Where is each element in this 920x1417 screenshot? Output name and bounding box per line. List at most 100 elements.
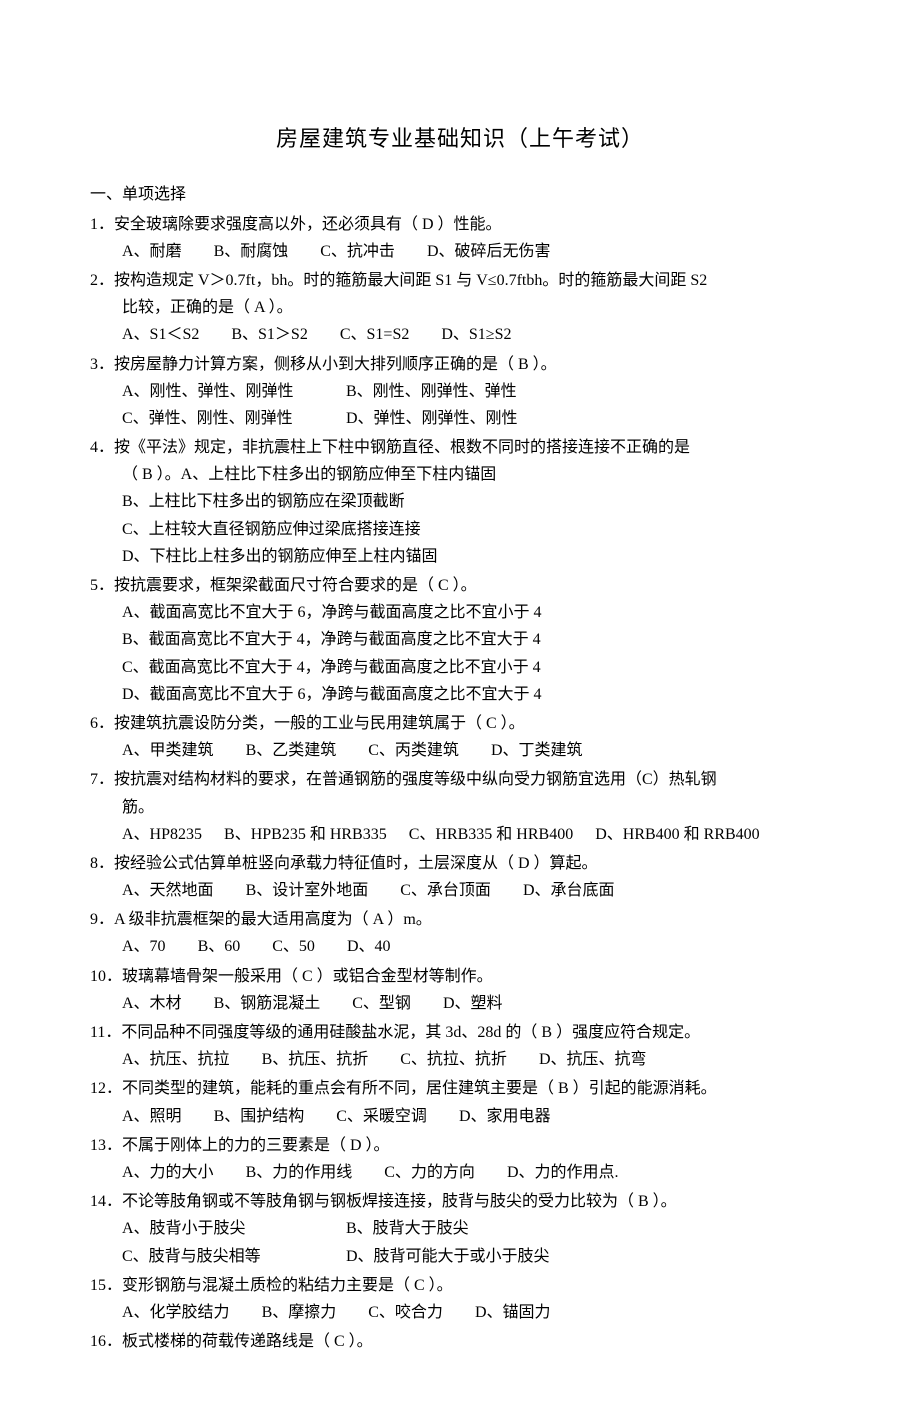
option-d: D、肢背可能大于或小于肢尖 [346, 1243, 566, 1270]
question-continuation: 筋。 [90, 794, 830, 821]
option-a: A、化学胶结力 [122, 1299, 230, 1326]
options: A、抗压、抗拉 B、抗压、抗折 C、抗拉、抗折 D、抗压、抗弯 [90, 1046, 830, 1073]
question-text: 15．变形钢筋与混凝土质检的粘结力主要是（ C ）。 [90, 1272, 830, 1299]
question-6: 6．按建筑抗震设防分类，一般的工业与民用建筑属于（ C ）。 A、甲类建筑 B、… [90, 710, 830, 764]
question-text: 8．按经验公式估算单桩竖向承载力特征值时，土层深度从（ D ）算起。 [90, 850, 830, 877]
options: A、肢背小于肢尖 B、肢背大于肢尖 C、肢背与肢尖相等 D、肢背可能大于或小于肢… [90, 1215, 830, 1269]
question-text: 6．按建筑抗震设防分类，一般的工业与民用建筑属于（ C ）。 [90, 710, 830, 737]
option-d: D、家用电器 [459, 1103, 551, 1130]
page-title: 房屋建筑专业基础知识（上午考试） [90, 120, 830, 157]
option-a: A、照明 [122, 1103, 182, 1130]
question-continuation: （ B ）。A、上柱比下柱多出的钢筋应伸至下柱内锚固 [90, 461, 830, 488]
question-2: 2．按构造规定 V＞0.7ft，bh。时的箍筋最大间距 S1 与 V≤0.7ft… [90, 267, 830, 349]
question-10: 10．玻璃幕墙骨架一般采用（ C ）或铝合金型材等制作。 A、木材 B、钢筋混凝… [90, 963, 830, 1017]
option-b: B、围护结构 [214, 1103, 305, 1130]
options: A、70 B、60 C、50 D、40 [90, 933, 830, 960]
option-b: B、耐腐蚀 [214, 238, 289, 265]
question-4: 4．按《平法》规定，非抗震柱上下柱中钢筋直径、根数不同时的搭接连接不正确的是 （… [90, 434, 830, 570]
option-c: C、丙类建筑 [368, 737, 459, 764]
options: A、HP8235 B、HPB235 和 HRB335 C、HRB335 和 HR… [90, 821, 830, 848]
option-b: B、肢背大于肢尖 [346, 1215, 566, 1242]
option-a: A、力的大小 [122, 1159, 214, 1186]
option-a: A、甲类建筑 [122, 737, 214, 764]
question-11: 11．不同品种不同强度等级的通用硅酸盐水泥，其 3d、28d 的（ B ）强度应… [90, 1019, 830, 1073]
option-d: D、S1≥S2 [441, 321, 511, 348]
option-b: B、力的作用线 [246, 1159, 353, 1186]
option-a: A、耐磨 [122, 238, 182, 265]
option-d: D、塑料 [443, 990, 503, 1017]
option-b: B、钢筋混凝土 [214, 990, 321, 1017]
question-12: 12．不同类型的建筑，能耗的重点会有所不同，居住建筑主要是（ B ）引起的能源消… [90, 1075, 830, 1129]
option-c: C、采暖空调 [336, 1103, 427, 1130]
question-9: 9．A 级非抗震框架的最大适用高度为（ A ）m。 A、70 B、60 C、50… [90, 906, 830, 960]
option-c: C、咬合力 [368, 1299, 443, 1326]
question-13: 13．不属于刚体上的力的三要素是（ D ）。 A、力的大小 B、力的作用线 C、… [90, 1132, 830, 1186]
question-7: 7．按抗震对结构材料的要求，在普通钢筋的强度等级中纵向受力钢筋宜选用（C）热轧钢… [90, 766, 830, 848]
option-c: C、承台顶面 [400, 877, 491, 904]
option-c: C、S1=S2 [340, 321, 410, 348]
option-d: D、抗压、抗弯 [539, 1046, 647, 1073]
question-text: 4．按《平法》规定，非抗震柱上下柱中钢筋直径、根数不同时的搭接连接不正确的是 [90, 434, 830, 461]
option-b: B、乙类建筑 [246, 737, 337, 764]
option-c: C、上柱较大直径钢筋应伸过梁底搭接连接 [90, 516, 830, 543]
option-d: D、承台底面 [523, 877, 615, 904]
option-b: B、刚性、刚弹性、弹性 [346, 378, 566, 405]
question-text: 2．按构造规定 V＞0.7ft，bh。时的箍筋最大间距 S1 与 V≤0.7ft… [90, 267, 830, 294]
option-b: B、截面高宽比不宜大于 4，净跨与截面高度之比不宜大于 4 [90, 626, 830, 653]
option-d: D、HRB400 和 RRB400 [595, 821, 759, 848]
option-b: B、60 [198, 933, 241, 960]
option-c: C、50 [272, 933, 315, 960]
option-c: C、力的方向 [384, 1159, 475, 1186]
option-a: A、天然地面 [122, 877, 214, 904]
question-text: 16．板式楼梯的荷载传递路线是（ C ）。 [90, 1328, 830, 1355]
option-a: A、刚性、弹性、刚弹性 [122, 378, 342, 405]
option-a: A、S1＜S2 [122, 321, 199, 348]
option-c: C、抗冲击 [320, 238, 395, 265]
question-text: 9．A 级非抗震框架的最大适用高度为（ A ）m。 [90, 906, 830, 933]
question-text: 7．按抗震对结构材料的要求，在普通钢筋的强度等级中纵向受力钢筋宜选用（C）热轧钢 [90, 766, 830, 793]
option-a: A、70 [122, 933, 166, 960]
option-a: A、肢背小于肢尖 [122, 1215, 342, 1242]
option-d: D、丁类建筑 [491, 737, 583, 764]
question-text: 12．不同类型的建筑，能耗的重点会有所不同，居住建筑主要是（ B ）引起的能源消… [90, 1075, 830, 1102]
question-text: 3．按房屋静力计算方案，侧移从小到大排列顺序正确的是（ B ）。 [90, 351, 830, 378]
option-b: B、摩擦力 [262, 1299, 337, 1326]
option-d: D、截面高宽比不宜大于 6，净跨与截面高度之比不宜大于 4 [90, 681, 830, 708]
option-a: A、HP8235 [122, 821, 202, 848]
question-1: 1．安全玻璃除要求强度高以外，还必须具有（ D ）性能。 A、耐磨 B、耐腐蚀 … [90, 211, 830, 265]
options: A、天然地面 B、设计室外地面 C、承台顶面 D、承台底面 [90, 877, 830, 904]
option-d: D、下柱比上柱多出的钢筋应伸至上柱内锚固 [90, 543, 830, 570]
options: A、化学胶结力 B、摩擦力 C、咬合力 D、锚固力 [90, 1299, 830, 1326]
question-15: 15．变形钢筋与混凝土质检的粘结力主要是（ C ）。 A、化学胶结力 B、摩擦力… [90, 1272, 830, 1326]
question-text: 11．不同品种不同强度等级的通用硅酸盐水泥，其 3d、28d 的（ B ）强度应… [90, 1019, 830, 1046]
section-heading: 一、单项选择 [90, 181, 830, 208]
option-c: C、截面高宽比不宜大于 4，净跨与截面高度之比不宜小于 4 [90, 654, 830, 681]
option-d: D、弹性、刚弹性、刚性 [346, 405, 566, 432]
option-c: C、HRB335 和 HRB400 [409, 821, 573, 848]
options: A、木材 B、钢筋混凝土 C、型钢 D、塑料 [90, 990, 830, 1017]
question-8: 8．按经验公式估算单桩竖向承载力特征值时，土层深度从（ D ）算起。 A、天然地… [90, 850, 830, 904]
question-text: 14．不论等肢角钢或不等肢角钢与钢板焊接连接，肢背与肢尖的受力比较为（ B ）。 [90, 1188, 830, 1215]
question-text: 13．不属于刚体上的力的三要素是（ D ）。 [90, 1132, 830, 1159]
option-a: A、木材 [122, 990, 182, 1017]
question-continuation: 比较，正确的是（ A ）。 [90, 294, 830, 321]
option-b: B、S1＞S2 [231, 321, 307, 348]
question-16: 16．板式楼梯的荷载传递路线是（ C ）。 [90, 1328, 830, 1355]
option-c: C、型钢 [352, 990, 411, 1017]
option-a: A、截面高宽比不宜大于 6，净跨与截面高度之比不宜小于 4 [90, 599, 830, 626]
option-d: D、破碎后无伤害 [427, 238, 551, 265]
option-b: B、设计室外地面 [246, 877, 369, 904]
question-3: 3．按房屋静力计算方案，侧移从小到大排列顺序正确的是（ B ）。 A、刚性、弹性… [90, 351, 830, 433]
option-b: B、抗压、抗折 [262, 1046, 369, 1073]
option-a: A、抗压、抗拉 [122, 1046, 230, 1073]
question-text: 1．安全玻璃除要求强度高以外，还必须具有（ D ）性能。 [90, 211, 830, 238]
option-b: B、HPB235 和 HRB335 [224, 821, 387, 848]
option-d: D、锚固力 [475, 1299, 551, 1326]
options: A、刚性、弹性、刚弹性 B、刚性、刚弹性、弹性 C、弹性、刚性、刚弹性 D、弹性… [90, 378, 830, 432]
options: A、甲类建筑 B、乙类建筑 C、丙类建筑 D、丁类建筑 [90, 737, 830, 764]
option-d: D、力的作用点. [507, 1159, 619, 1186]
options: A、S1＜S2 B、S1＞S2 C、S1=S2 D、S1≥S2 [90, 321, 830, 348]
question-14: 14．不论等肢角钢或不等肢角钢与钢板焊接连接，肢背与肢尖的受力比较为（ B ）。… [90, 1188, 830, 1270]
option-d: D、40 [347, 933, 391, 960]
options: A、照明 B、围护结构 C、采暖空调 D、家用电器 [90, 1103, 830, 1130]
